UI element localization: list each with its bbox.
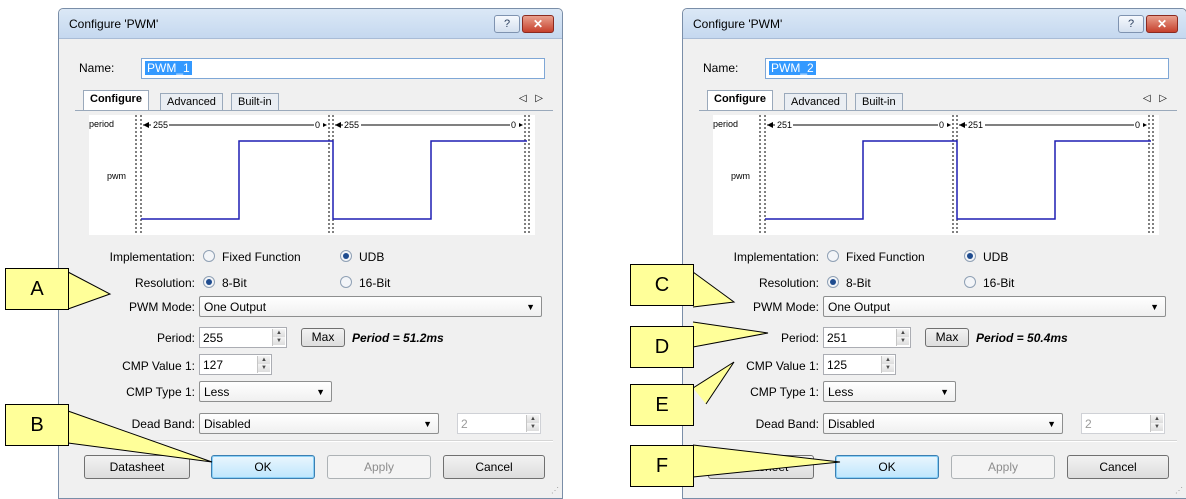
callout-d: D bbox=[630, 326, 694, 368]
callout-pointers bbox=[67, 271, 841, 478]
callout-e: E bbox=[630, 384, 694, 426]
callout-f: F bbox=[630, 445, 694, 487]
callout-c: C bbox=[630, 264, 694, 306]
callout-a: A bbox=[5, 268, 69, 310]
callout-b: B bbox=[5, 404, 69, 446]
